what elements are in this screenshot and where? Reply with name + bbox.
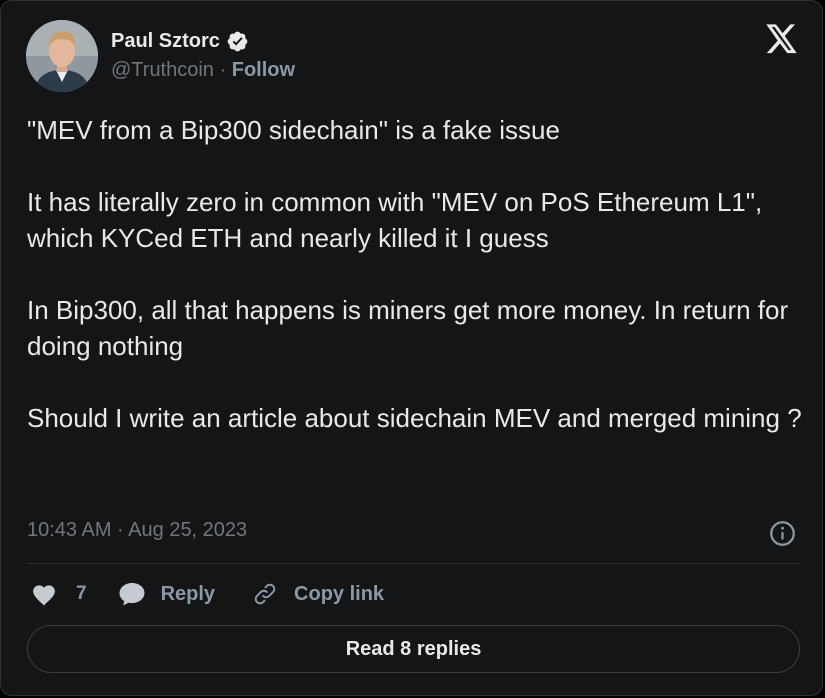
like-button[interactable]: 7: [31, 582, 87, 606]
tweet-card: Paul Sztorc @Truthcoin · Follow "MEV fro…: [0, 0, 823, 696]
tweet-paragraph: It has literally zero in common with "ME…: [27, 187, 763, 253]
avatar-image: [26, 20, 98, 92]
tweet-text: "MEV from a Bip300 sidechain" is a fake …: [27, 112, 812, 436]
verified-badge-icon: [227, 31, 248, 52]
link-icon: [254, 583, 276, 605]
handle-line: @Truthcoin · Follow: [111, 59, 295, 82]
reply-label: Reply: [160, 582, 216, 605]
handle-separator: ·: [219, 59, 227, 81]
author-name-text: Paul Sztorc: [111, 30, 220, 52]
tweet-paragraph: In Bip300, all that happens is miners ge…: [27, 295, 789, 361]
action-bar: 7 Reply Copy link: [31, 581, 384, 607]
divider: [27, 563, 800, 564]
tweet-paragraph: Should I write an article about sidechai…: [27, 403, 802, 433]
read-replies-label: Read 8 replies: [345, 637, 482, 660]
follow-link[interactable]: Follow: [232, 59, 295, 81]
author-handle[interactable]: @Truthcoin: [111, 59, 214, 81]
copy-link-label: Copy link: [294, 582, 385, 605]
speech-bubble-icon: [119, 583, 145, 606]
avatar[interactable]: [26, 20, 98, 92]
like-count: 7: [76, 583, 87, 604]
read-replies-button[interactable]: Read 8 replies: [27, 625, 800, 673]
tweet-timestamp[interactable]: 10:43 AM · Aug 25, 2023: [27, 519, 247, 542]
heart-icon: [33, 585, 55, 606]
tweet-paragraph: "MEV from a Bip300 sidechain" is a fake …: [27, 115, 560, 145]
reply-button[interactable]: Reply: [118, 581, 215, 607]
author-name[interactable]: Paul Sztorc: [111, 30, 249, 53]
info-icon[interactable]: [769, 520, 796, 547]
x-logo-icon[interactable]: [766, 24, 798, 54]
copy-link-button[interactable]: Copy link: [252, 581, 384, 607]
